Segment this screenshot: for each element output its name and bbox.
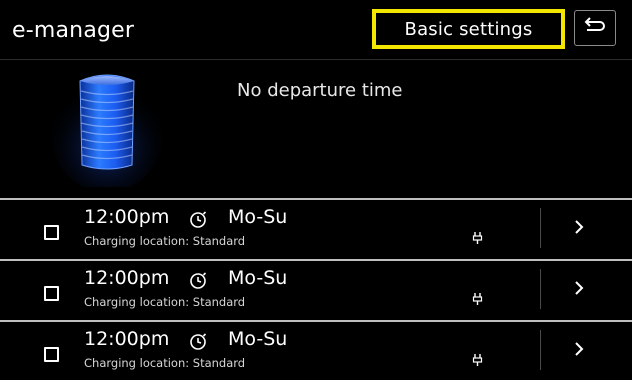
back-button[interactable] (574, 10, 616, 46)
timer-row[interactable]: 12:00pm Mo-Su Charging location: Standar… (0, 198, 632, 254)
header-bar: e-manager Basic settings (0, 0, 632, 60)
chevron-right-icon[interactable] (573, 218, 585, 240)
timer-row[interactable]: 12:00pm Mo-Su Charging location: Standar… (0, 320, 632, 376)
battery-icon (52, 67, 162, 192)
timer-location: Charging location: Standard (84, 295, 246, 309)
timer-checkbox[interactable] (44, 225, 59, 240)
timer-location: Charging location: Standard (84, 356, 246, 370)
timer-days: Mo-Su (228, 328, 288, 350)
timer-time: 12:00pm (84, 328, 170, 350)
clock-icon (188, 332, 208, 356)
chevron-right-icon[interactable] (573, 340, 585, 362)
no-departure-text: No departure time (237, 80, 403, 101)
timer-days: Mo-Su (228, 267, 288, 289)
clock-icon (188, 210, 208, 234)
page-title: e-manager (12, 18, 135, 43)
basic-settings-label: Basic settings (404, 18, 533, 40)
charging-plug-icon (470, 352, 486, 372)
return-arrow-icon (583, 16, 607, 40)
clock-icon (188, 271, 208, 295)
timer-checkbox[interactable] (44, 286, 59, 301)
row-divider (540, 208, 541, 248)
basic-settings-button[interactable]: Basic settings (372, 9, 565, 49)
timer-time: 12:00pm (84, 206, 170, 228)
chevron-right-icon[interactable] (573, 279, 585, 301)
timer-time: 12:00pm (84, 267, 170, 289)
timer-days: Mo-Su (228, 206, 288, 228)
header-separator (0, 59, 632, 60)
charging-plug-icon (470, 291, 486, 311)
charging-plug-icon (470, 230, 486, 250)
timer-row[interactable]: 12:00pm Mo-Su Charging location: Standar… (0, 259, 632, 315)
timer-checkbox[interactable] (44, 347, 59, 362)
timer-location: Charging location: Standard (84, 234, 246, 248)
row-divider (540, 330, 541, 370)
row-divider (540, 269, 541, 309)
